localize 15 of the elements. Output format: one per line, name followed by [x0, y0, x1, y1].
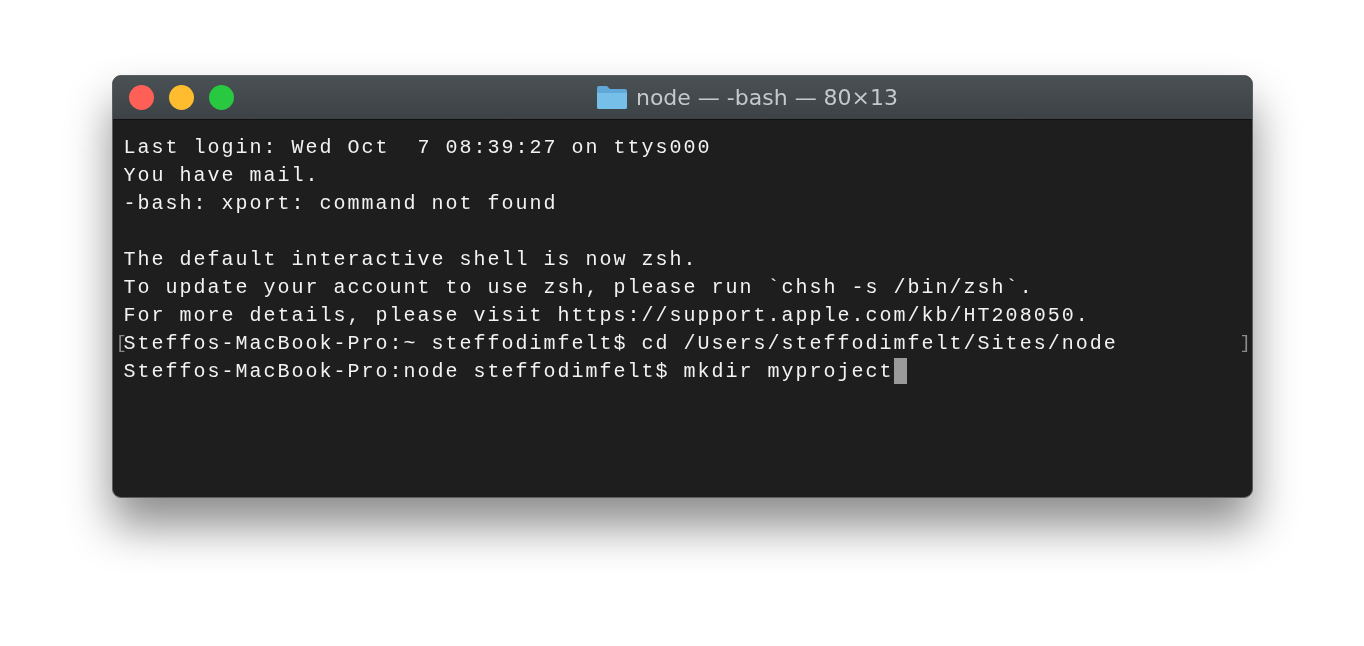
window-title: node — -bash — 80×13: [635, 85, 899, 110]
bookmark-mark: ]: [1239, 332, 1248, 354]
minimize-button[interactable]: [168, 85, 194, 110]
terminal-line: -bash: xport: command not found: [123, 191, 558, 215]
terminal-line: For more details, please visit https://support.apple.com/kb/HT208050.: [123, 303, 1090, 327]
bookmark-mark: [: [115, 332, 124, 354]
terminal-line: Last login: Wed Oct 7 08:39:27 on ttys000: [123, 135, 712, 159]
terminal-line: Steffos-MacBook-Pro:~ steffodimfelt$ cd /Users/steffodimfelt/Sites/node: [123, 331, 1118, 355]
terminal-line: Steffos-MacBook-Pro:node steffodimfelt$ mkdir myproject: [123, 359, 894, 383]
terminal-line: To update your account to use zsh, please run `chsh -s /bin/zsh`.: [123, 275, 1034, 299]
terminal-line: The default interactive shell is now zsh.: [123, 247, 698, 271]
folder-icon: [595, 85, 628, 110]
terminal-line: You have mail.: [123, 163, 320, 187]
close-button[interactable]: [128, 85, 154, 110]
zoom-button[interactable]: [208, 85, 234, 110]
